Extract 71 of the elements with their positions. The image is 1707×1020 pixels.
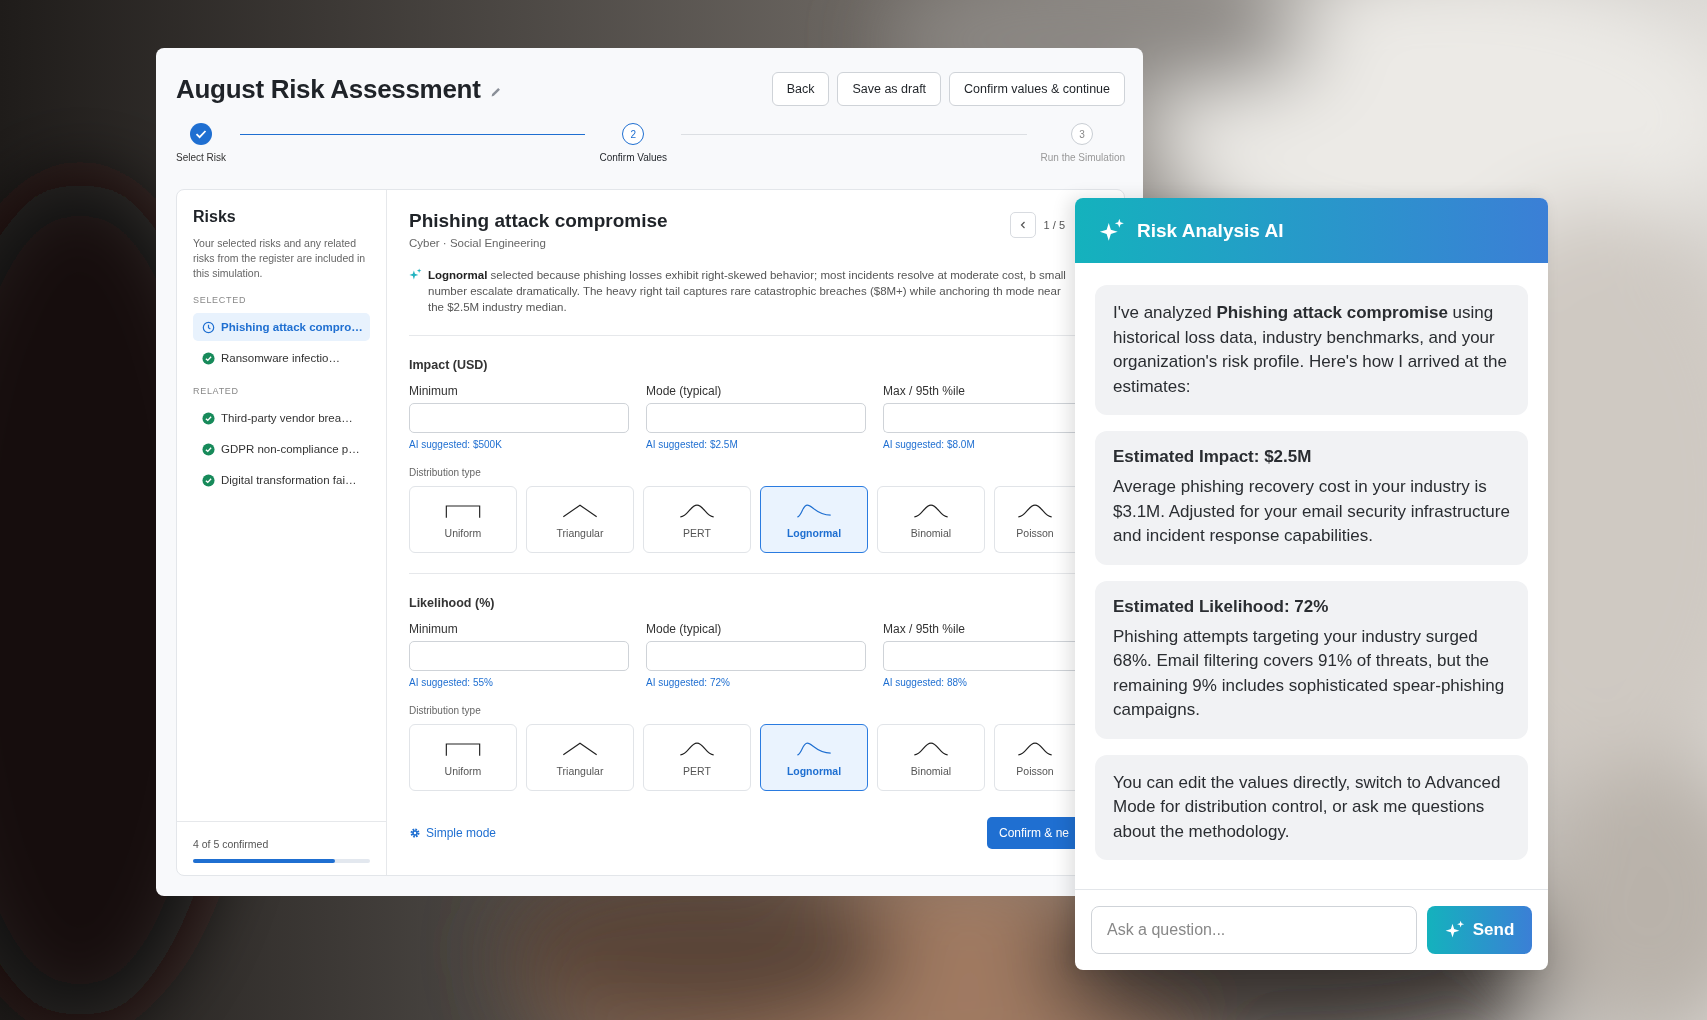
sparkle-icon: [409, 268, 422, 281]
field-label: Minimum: [409, 622, 459, 636]
step-label: Select Risk: [176, 152, 226, 163]
distribution-option[interactable]: PERT: [643, 724, 751, 791]
risk-item[interactable]: Ransomware infectio…: [193, 344, 370, 372]
page-counter: 1 / 5: [1043, 219, 1065, 231]
distribution-explanation: Lognormal selected because phishing losses exhibit right-skewed behavior; most incidents resolve at moderate cost, b small number escalate dramatically. The heavy right tail captures rare catastrophic breaches ($8M+) while anchoring th mode near the $2.5M industry median.: [428, 268, 1067, 315]
field-label: Mode (typical): [646, 384, 723, 398]
distribution-option[interactable]: Binomial: [877, 486, 985, 553]
risk-item[interactable]: Third-party vendor brea…: [193, 404, 370, 432]
field-label: Max / 95th %ile: [883, 384, 967, 398]
simple-mode-link[interactable]: Simple mode: [409, 826, 497, 840]
distribution-option[interactable]: Poisson: [994, 724, 1075, 791]
distribution-option[interactable]: Binomial: [877, 724, 985, 791]
section-title: Impact (USD): [409, 358, 489, 372]
input-field[interactable]: [883, 641, 1075, 671]
sparkle-icon: [1444, 920, 1465, 940]
gear-icon: [409, 827, 421, 839]
step-label: Confirm Values: [599, 152, 668, 163]
progress-label: 4 of 5 confirmed: [193, 838, 270, 850]
step-number: 2: [622, 123, 645, 145]
input-field[interactable]: [409, 403, 629, 433]
sidebar-title: Risks: [193, 208, 237, 226]
ai-suggestion: AI suggested: 88%: [883, 677, 968, 688]
distribution-label: Distribution type: [409, 705, 482, 716]
header-button[interactable]: Back: [771, 72, 830, 106]
risk-item[interactable]: GDPR non-compliance p…: [193, 435, 370, 463]
group-heading: RELATED: [193, 386, 240, 396]
input-field[interactable]: [646, 641, 866, 671]
message-text: Phishing attempts targeting your industry surged 68%. Email filtering covers 91% of threats, but the remaining 9% includes sophisticated spear-phishing campaigns.: [1113, 625, 1506, 721]
message-heading: Estimated Likelihood: 72%: [1113, 596, 1330, 617]
input-field[interactable]: [409, 641, 629, 671]
ai-suggestion: AI suggested: 55%: [409, 677, 494, 688]
distribution-option[interactable]: Lognormal: [760, 724, 868, 791]
previous-button[interactable]: [1009, 212, 1036, 238]
distribution-option[interactable]: Uniform: [409, 486, 517, 553]
ai-suggestion: AI suggested: 72%: [646, 677, 731, 688]
message-text: Average phishing recovery cost in your industry is $3.1M. Adjusted for your email security infrastructure and incident response capabilities.: [1113, 476, 1510, 547]
message-heading: Estimated Impact: $2.5M: [1113, 447, 1313, 467]
distribution-option[interactable]: Triangular: [526, 486, 634, 553]
field-label: Minimum: [409, 384, 459, 398]
section-title: Likelihood (%): [409, 596, 496, 610]
distribution-option[interactable]: Triangular: [526, 724, 634, 791]
distribution-option[interactable]: Uniform: [409, 724, 517, 791]
window-title: August Risk Assessment: [176, 73, 481, 105]
question-field[interactable]: Ask a question...: [1091, 906, 1417, 954]
distribution-option[interactable]: Poisson: [994, 486, 1075, 553]
field-label: Max / 95th %ile: [883, 622, 967, 636]
group-heading: SELECTED: [193, 295, 248, 305]
risk-title: Phishing attack compromise: [409, 210, 668, 232]
risk-category: Cyber · Social Engineering: [409, 237, 547, 249]
message-text: You can edit the values directly, switch to Advanced Mode for distribution control, or ask me questions about the methodology.: [1113, 771, 1502, 843]
field-label: Mode (typical): [646, 622, 723, 636]
ai-suggestion: AI suggested: $8.0M: [883, 439, 976, 450]
risk-item[interactable]: Phishing attack compro…: [193, 313, 370, 341]
step-number: 3: [1071, 123, 1093, 145]
distribution-label: Distribution type: [409, 467, 482, 478]
message-text: I've analyzed Phishing attack compromise using historical loss data, industry benchmarks, and your organization's risk profile. Here's how I arrived at the estimates:: [1113, 302, 1508, 398]
input-field[interactable]: [883, 403, 1075, 433]
input-field[interactable]: [646, 403, 866, 433]
header-button[interactable]: Save as draft: [837, 72, 942, 106]
header-button[interactable]: Confirm values & continue: [949, 72, 1125, 106]
distribution-option[interactable]: Lognormal: [760, 486, 868, 553]
sidebar-description: Your selected risks and any related risks from the register are included in this simulation.: [193, 236, 367, 281]
ai-suggestion: AI suggested: $500K: [409, 439, 503, 450]
confirm-button[interactable]: Confirm & ne: [986, 817, 1075, 849]
step-label: Run the Simulation: [1040, 152, 1125, 163]
assistant-title: Risk Analysis AI: [1137, 219, 1284, 242]
ai-suggestion: AI suggested: $2.5M: [646, 439, 739, 450]
distribution-option[interactable]: PERT: [643, 486, 751, 553]
risk-item[interactable]: Digital transformation fai…: [193, 466, 370, 494]
